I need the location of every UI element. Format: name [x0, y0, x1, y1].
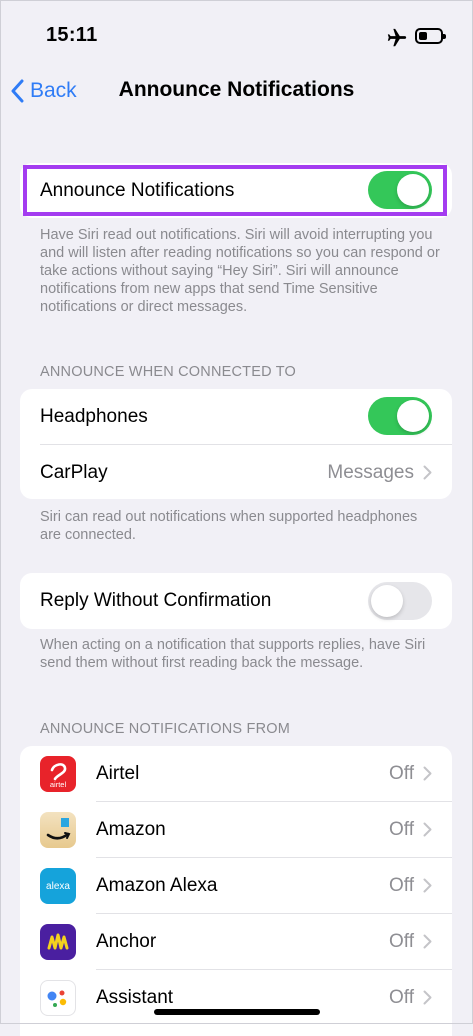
app-name: Amazon Alexa: [96, 875, 218, 896]
app-status: Off: [389, 763, 414, 784]
app-name: Assistant: [96, 987, 174, 1008]
apps-group: airtel Airtel Off Amazon Off alexa Amazo…: [20, 746, 452, 1036]
svg-text:airtel: airtel: [50, 780, 67, 789]
connected-footer-text: Siri can read out notifications when sup…: [40, 509, 418, 543]
status-time: 15:11: [46, 24, 98, 46]
reply-footer-text: When acting on a notification that suppo…: [40, 637, 426, 671]
app-status: Off: [389, 987, 414, 1008]
carplay-label: CarPlay: [40, 462, 108, 483]
chevron-right-icon: [423, 934, 432, 949]
chevron-right-icon: [423, 465, 432, 480]
svg-text:alexa: alexa: [46, 881, 70, 892]
headphones-row: Headphones: [20, 389, 452, 444]
app-row-amazon-alexa[interactable]: alexa Amazon Alexa Off: [20, 858, 452, 913]
app-row-airtel[interactable]: airtel Airtel Off: [20, 746, 452, 801]
app-name: Airtel: [96, 763, 140, 784]
reply-toggle[interactable]: [368, 582, 432, 620]
app-name: Anchor: [96, 931, 157, 952]
app-row-anchor[interactable]: Anchor Off: [20, 914, 452, 969]
connected-section-header: ANNOUNCE WHEN CONNECTED TO: [40, 364, 297, 380]
amazon-icon: [40, 812, 76, 848]
page-title: Announce Notifications: [118, 78, 355, 101]
app-row-amazon[interactable]: Amazon Off: [20, 802, 452, 857]
battery-icon: [415, 28, 446, 44]
main-footer-text: Have Siri read out notifications. Siri w…: [40, 227, 440, 315]
connected-group: Headphones CarPlay Messages: [20, 389, 452, 499]
carplay-row[interactable]: CarPlay Messages: [20, 445, 452, 499]
chevron-right-icon: [423, 990, 432, 1005]
alexa-icon: alexa: [40, 868, 76, 904]
carplay-value: Messages: [327, 462, 414, 483]
airplane-icon: [387, 28, 407, 47]
headphones-toggle[interactable]: [368, 397, 432, 435]
reply-group: Reply Without Confirmation: [20, 573, 452, 629]
google-assistant-icon: [40, 980, 76, 1016]
app-name: Amazon: [96, 819, 166, 840]
chevron-right-icon: [423, 766, 432, 781]
app-status: Off: [389, 931, 414, 952]
headphones-label: Headphones: [40, 406, 148, 427]
airtel-icon: airtel: [40, 756, 76, 792]
app-status: Off: [389, 819, 414, 840]
anchor-icon: [40, 924, 76, 960]
app-status: Off: [389, 875, 414, 896]
apps-section-header: ANNOUNCE NOTIFICATIONS FROM: [40, 721, 291, 737]
app-row-assistant[interactable]: Assistant Off: [20, 970, 452, 1025]
reply-label: Reply Without Confirmation: [40, 590, 272, 611]
chevron-right-icon: [423, 822, 432, 837]
chevron-right-icon: [423, 878, 432, 893]
reply-row: Reply Without Confirmation: [20, 573, 452, 628]
home-indicator[interactable]: [154, 1009, 320, 1015]
highlight-box: [23, 165, 447, 216]
